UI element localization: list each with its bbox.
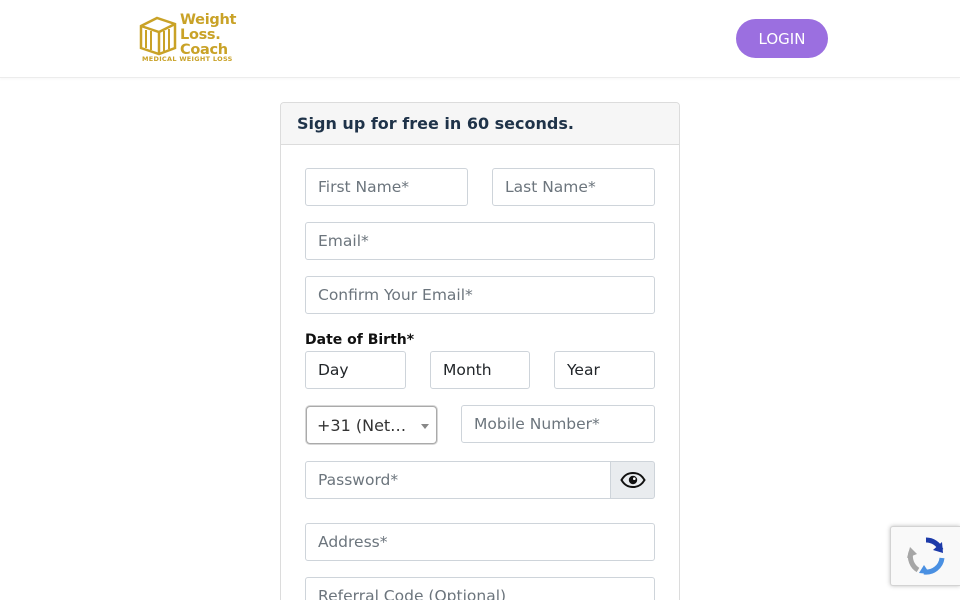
dropdown-arrow-icon: [421, 424, 429, 429]
dob-day-value: Day: [318, 361, 349, 379]
password-input[interactable]: Password*: [305, 461, 611, 499]
dob-month-select[interactable]: Month: [430, 351, 530, 389]
logo-box-icon: [139, 16, 177, 56]
country-code-value: +31 (Net…: [317, 415, 407, 435]
confirm-email-input[interactable]: Confirm Your Email*: [305, 276, 655, 314]
dob-label: Date of Birth*: [305, 332, 415, 348]
last-name-input[interactable]: Last Name*: [492, 168, 655, 206]
site-header: Weight Loss. Coach MEDICAL WEIGHT LOSS L…: [0, 0, 960, 78]
signup-title: Sign up for free in 60 seconds.: [297, 114, 574, 133]
email-input[interactable]: Email*: [305, 222, 655, 260]
logo-tagline: MEDICAL WEIGHT LOSS: [142, 55, 233, 63]
confirm-email-placeholder: Confirm Your Email*: [318, 286, 473, 304]
eye-icon: [619, 472, 646, 488]
password-toggle-button[interactable]: [610, 461, 655, 499]
email-placeholder: Email*: [318, 232, 369, 250]
recaptcha-badge[interactable]: [890, 526, 960, 586]
first-name-placeholder: First Name*: [318, 178, 410, 196]
password-group: Password*: [305, 461, 655, 499]
dob-month-value: Month: [443, 361, 492, 379]
last-name-placeholder: Last Name*: [505, 178, 596, 196]
mobile-number-input[interactable]: Mobile Number*: [461, 405, 655, 443]
dob-year-value: Year: [567, 361, 600, 379]
dob-day-select[interactable]: Day: [305, 351, 406, 389]
signup-card-header: Sign up for free in 60 seconds.: [281, 103, 679, 145]
logo-line-1: Weight: [180, 12, 237, 28]
logo-wordmark: Weight Loss. Coach: [180, 13, 236, 58]
logo-line-2: Loss.: [180, 27, 221, 43]
dob-year-select[interactable]: Year: [554, 351, 655, 389]
password-placeholder: Password*: [318, 471, 399, 489]
mobile-number-placeholder: Mobile Number*: [474, 415, 600, 433]
signup-card: Sign up for free in 60 seconds. First Na…: [280, 102, 680, 600]
login-button[interactable]: LOGIN: [736, 19, 828, 58]
address-placeholder: Address*: [318, 533, 388, 551]
first-name-input[interactable]: First Name*: [305, 168, 468, 206]
weightloss-coach-logo[interactable]: Weight Loss. Coach MEDICAL WEIGHT LOSS: [137, 12, 247, 66]
referral-code-placeholder: Referral Code (Optional): [318, 587, 507, 600]
referral-code-input[interactable]: Referral Code (Optional): [305, 577, 655, 600]
address-input[interactable]: Address*: [305, 523, 655, 561]
recaptcha-icon: [906, 537, 944, 575]
country-code-select[interactable]: +31 (Net…: [306, 406, 437, 444]
